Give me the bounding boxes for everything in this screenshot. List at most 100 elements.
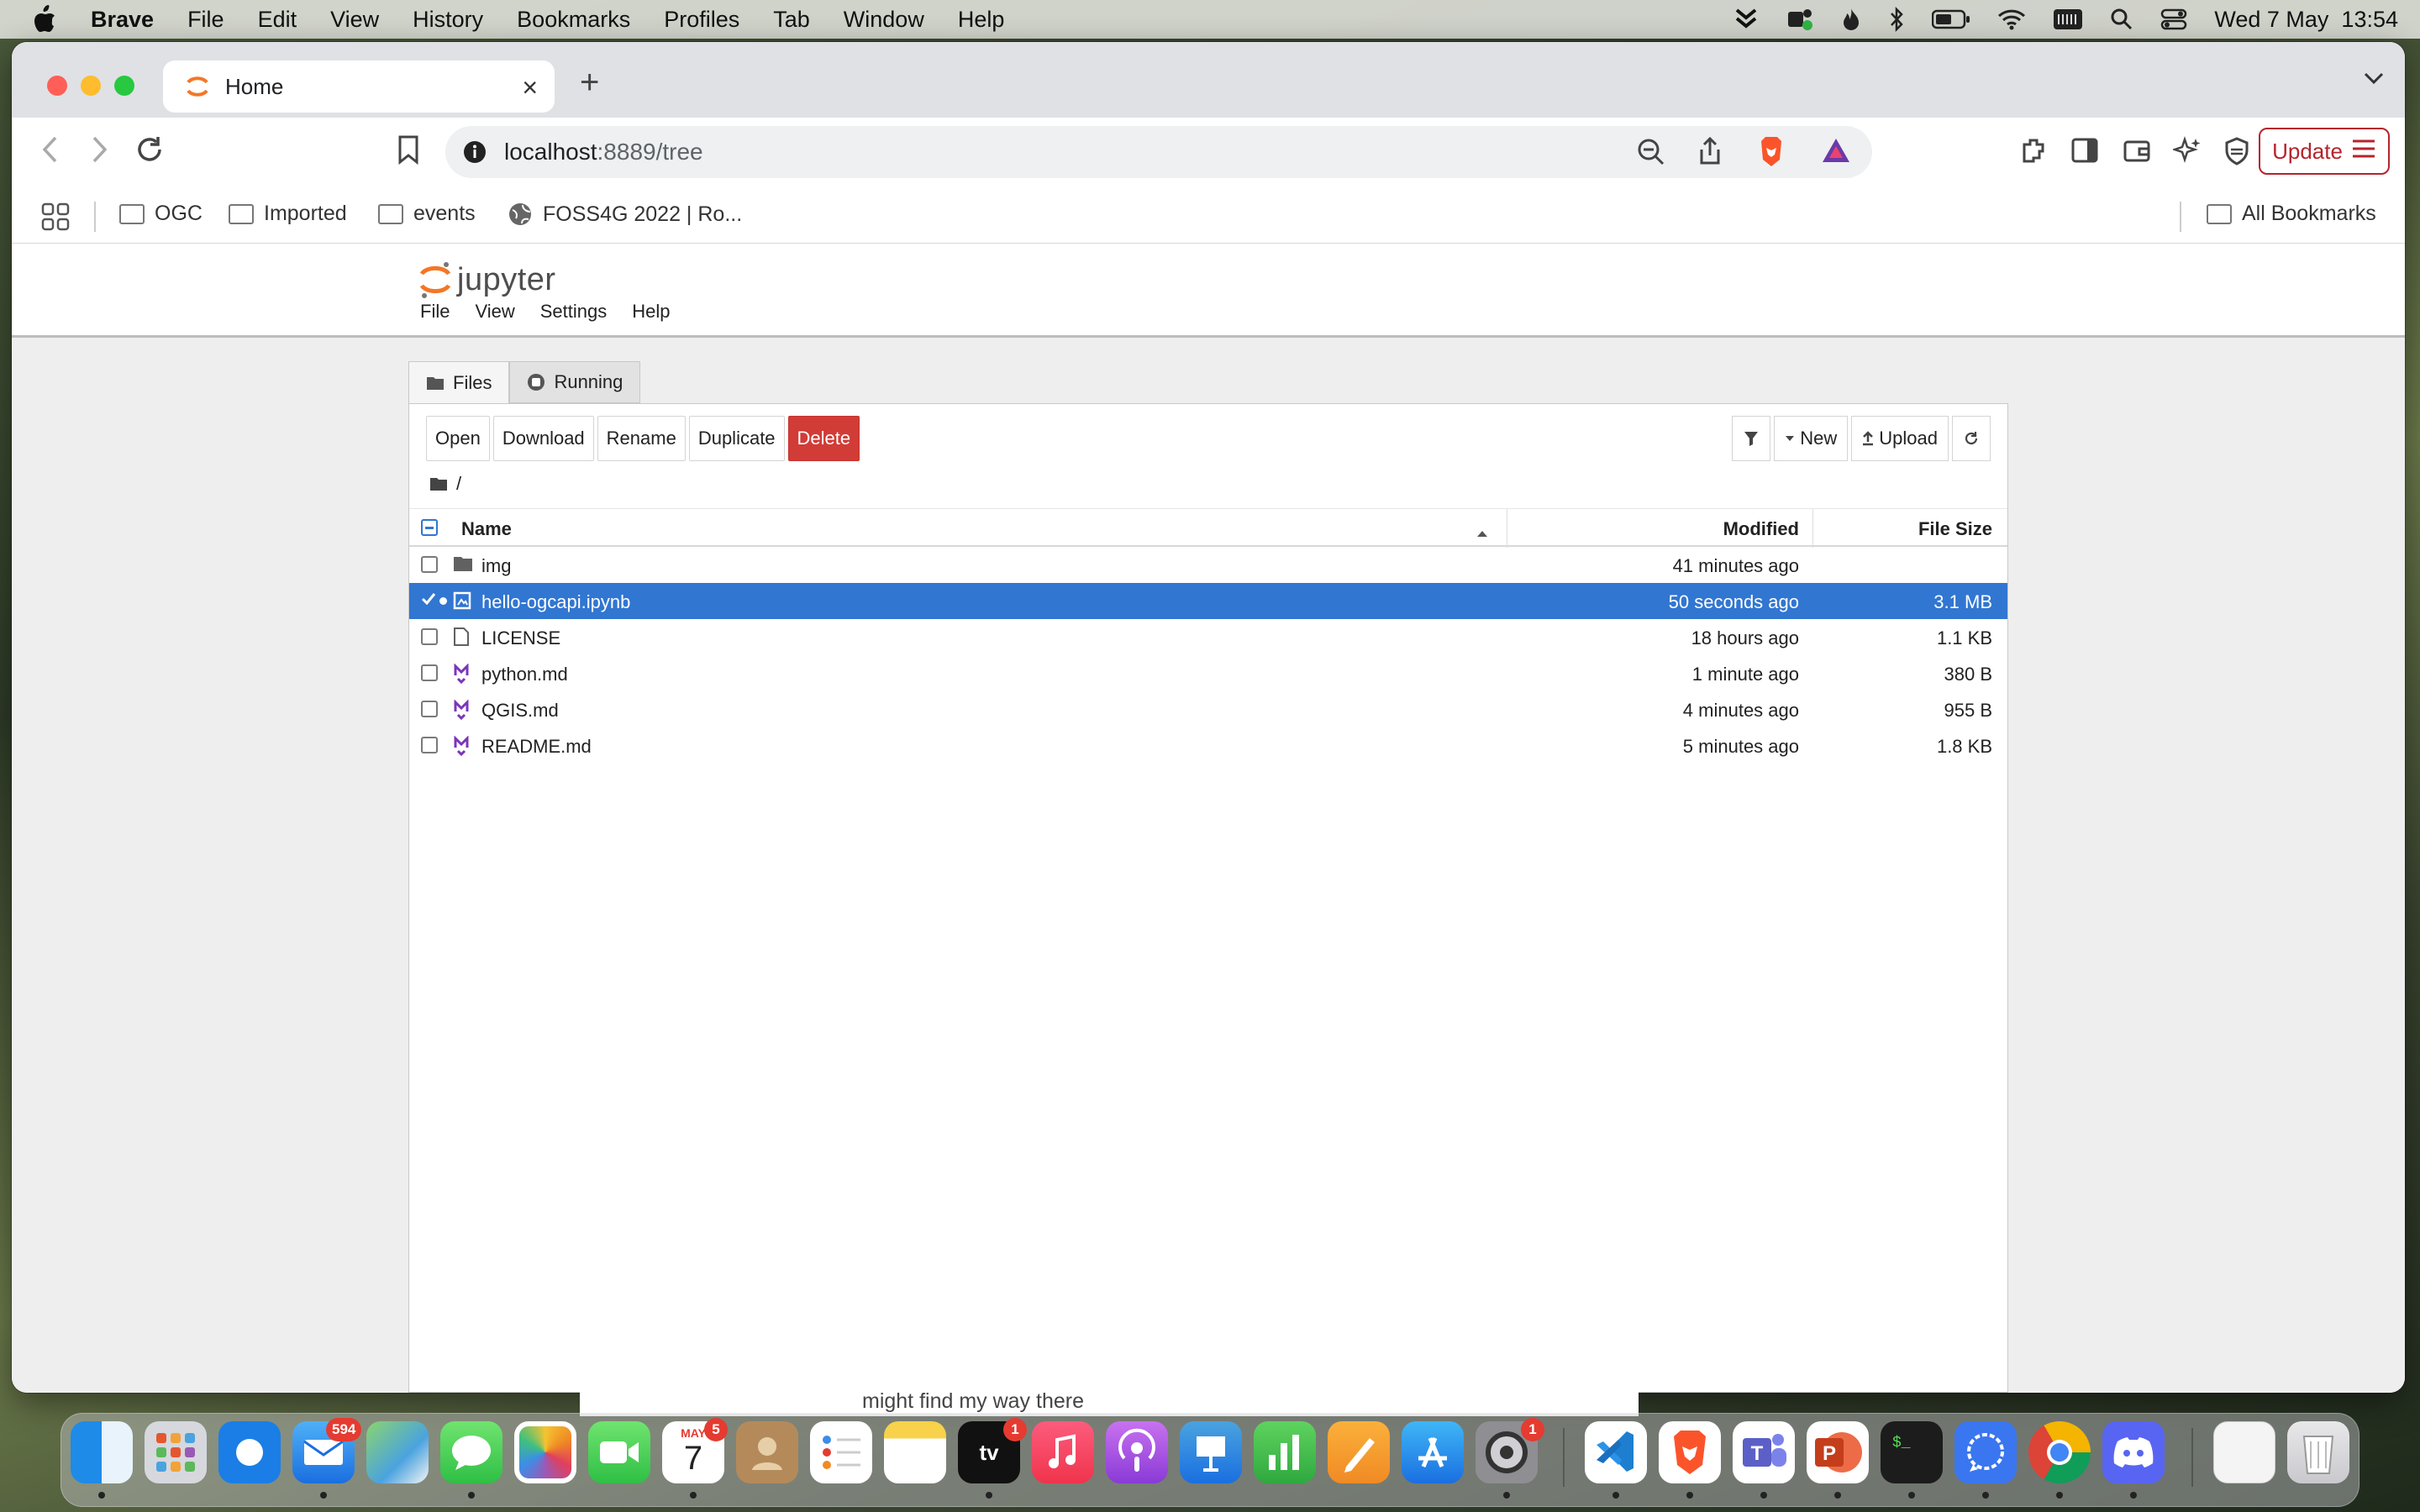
new-button[interactable]: New bbox=[1774, 416, 1849, 461]
folder-icon[interactable] bbox=[429, 476, 448, 491]
jupyter-menu-view[interactable]: View bbox=[475, 301, 514, 323]
pages-icon[interactable] bbox=[1328, 1421, 1390, 1483]
finder-icon[interactable] bbox=[71, 1421, 133, 1483]
menu-tab[interactable]: Tab bbox=[773, 7, 810, 33]
bookmark-page-icon[interactable] bbox=[397, 134, 420, 169]
menu-bookmarks[interactable]: Bookmarks bbox=[517, 7, 630, 33]
battery-icon[interactable] bbox=[1932, 9, 1970, 29]
terminal-icon[interactable]: $_ bbox=[1881, 1421, 1943, 1483]
menubar-clock[interactable]: Wed 7 May 13:54 bbox=[2214, 7, 2398, 33]
checkmark-icon[interactable] bbox=[421, 590, 436, 613]
file-row-python-md[interactable]: python.md 1 minute ago 380 B bbox=[409, 655, 2007, 691]
spotlight-search-icon[interactable] bbox=[2110, 8, 2133, 31]
column-file-size[interactable]: File Size bbox=[1918, 518, 1992, 540]
address-bar[interactable]: localhost:8889/tree bbox=[445, 126, 1872, 178]
share-icon[interactable] bbox=[1697, 136, 1723, 171]
menu-profiles[interactable]: Profiles bbox=[664, 7, 739, 33]
brave-browser-icon[interactable] bbox=[1659, 1421, 1721, 1483]
music-icon[interactable] bbox=[1032, 1421, 1094, 1483]
tab-search-chevron-icon[interactable] bbox=[2363, 67, 2385, 93]
back-icon[interactable] bbox=[40, 134, 60, 169]
menu-history[interactable]: History bbox=[413, 7, 483, 33]
facetime-icon[interactable] bbox=[588, 1421, 650, 1483]
site-info-icon[interactable] bbox=[462, 139, 487, 165]
upload-button[interactable]: Upload bbox=[1851, 416, 1949, 461]
download-button[interactable]: Download bbox=[492, 416, 594, 461]
column-name[interactable]: Name bbox=[461, 518, 512, 540]
rename-button[interactable]: Rename bbox=[597, 416, 686, 461]
maps-icon[interactable] bbox=[366, 1421, 429, 1483]
jupyter-menu-file[interactable]: File bbox=[420, 301, 450, 323]
keyboard-icon[interactable] bbox=[2053, 8, 2083, 31]
new-tab-button[interactable]: + bbox=[580, 64, 599, 102]
column-modified[interactable]: Modified bbox=[1723, 518, 1799, 540]
tab-running[interactable]: Running bbox=[509, 361, 641, 403]
menu-view[interactable]: View bbox=[330, 7, 379, 33]
file-row-img[interactable]: img 41 minutes ago bbox=[409, 547, 2007, 583]
tab-files[interactable]: Files bbox=[408, 361, 510, 403]
bookmark-ogc[interactable]: OGC bbox=[119, 202, 203, 226]
file-name[interactable]: README.md bbox=[481, 736, 592, 758]
file-name[interactable]: LICENSE bbox=[481, 627, 560, 649]
tab-close-icon[interactable]: × bbox=[522, 72, 538, 103]
teams-status-icon[interactable] bbox=[1786, 7, 1814, 32]
file-row-qgis-md[interactable]: QGIS.md 4 minutes ago 955 B bbox=[409, 691, 2007, 727]
apps-grid-icon[interactable] bbox=[40, 202, 71, 232]
reminders-icon[interactable] bbox=[810, 1421, 872, 1483]
vpn-shield-icon[interactable] bbox=[2223, 136, 2250, 171]
bookmark-foss4g[interactable]: FOSS4G 2022 | Ro... bbox=[508, 202, 742, 227]
signal-icon[interactable] bbox=[1954, 1421, 2017, 1483]
jupyter-logo[interactable]: jupyter bbox=[418, 260, 556, 299]
bookmark-events[interactable]: events bbox=[378, 202, 476, 226]
brave-rewards-icon[interactable] bbox=[1820, 136, 1852, 169]
forward-icon[interactable] bbox=[89, 134, 109, 169]
jupyter-menu-help[interactable]: Help bbox=[632, 301, 670, 323]
menu-file[interactable]: File bbox=[187, 7, 224, 33]
file-name[interactable]: QGIS.md bbox=[481, 700, 559, 722]
contacts-icon[interactable] bbox=[736, 1421, 798, 1483]
open-button[interactable]: Open bbox=[426, 416, 490, 461]
wallet-icon[interactable] bbox=[2123, 136, 2151, 169]
teams-icon[interactable]: T bbox=[1733, 1421, 1795, 1483]
bluetooth-icon[interactable] bbox=[1888, 7, 1905, 32]
brave-shields-icon[interactable] bbox=[1756, 134, 1786, 172]
notes-icon[interactable] bbox=[884, 1421, 946, 1483]
app-store-icon[interactable] bbox=[1402, 1421, 1464, 1483]
messages-icon[interactable] bbox=[440, 1421, 502, 1483]
discord-icon[interactable] bbox=[2102, 1421, 2165, 1483]
downloads-stack-icon[interactable] bbox=[2213, 1421, 2275, 1483]
menu-edit[interactable]: Edit bbox=[258, 7, 297, 33]
file-name[interactable]: python.md bbox=[481, 664, 568, 685]
row-checkbox[interactable] bbox=[421, 628, 438, 645]
podcasts-icon[interactable] bbox=[1106, 1421, 1168, 1483]
browser-tab-home[interactable]: Home × bbox=[163, 60, 555, 113]
sort-ascending-icon[interactable] bbox=[1476, 521, 1488, 543]
flame-icon[interactable] bbox=[1841, 7, 1861, 32]
photos-icon[interactable] bbox=[514, 1421, 576, 1483]
row-checkbox[interactable] bbox=[421, 664, 438, 681]
menu-app-name[interactable]: Brave bbox=[91, 7, 154, 33]
vscode-icon[interactable] bbox=[1585, 1421, 1647, 1483]
file-row-readme-md[interactable]: README.md 5 minutes ago 1.8 KB bbox=[409, 727, 2007, 764]
extensions-icon[interactable] bbox=[2020, 136, 2049, 169]
zoom-window-button[interactable] bbox=[114, 76, 134, 96]
file-name[interactable]: img bbox=[481, 555, 511, 577]
url-text[interactable]: localhost:8889/tree bbox=[504, 139, 703, 165]
breadcrumb-root[interactable]: / bbox=[456, 473, 461, 495]
sidebar-toggle-icon[interactable] bbox=[2070, 136, 2099, 169]
duplicate-button[interactable]: Duplicate bbox=[688, 416, 785, 461]
control-center-icon[interactable] bbox=[2160, 8, 2187, 31]
row-checkbox[interactable] bbox=[421, 737, 438, 753]
keynote-icon[interactable] bbox=[1180, 1421, 1242, 1483]
apple-icon[interactable] bbox=[32, 5, 62, 34]
file-row-hello-ogcapi[interactable]: hello-ogcapi.ipynb 50 seconds ago 3.1 MB bbox=[409, 583, 2007, 619]
zoom-out-icon[interactable] bbox=[1637, 138, 1665, 171]
leo-ai-icon[interactable] bbox=[2171, 136, 2202, 169]
minimize-window-button[interactable] bbox=[81, 76, 101, 96]
all-bookmarks[interactable]: All Bookmarks bbox=[2207, 202, 2376, 226]
close-window-button[interactable] bbox=[47, 76, 67, 96]
reload-icon[interactable] bbox=[134, 134, 165, 169]
select-all-checkbox[interactable] bbox=[421, 519, 438, 536]
wifi-icon[interactable] bbox=[1997, 8, 2026, 30]
numbers-icon[interactable] bbox=[1254, 1421, 1316, 1483]
